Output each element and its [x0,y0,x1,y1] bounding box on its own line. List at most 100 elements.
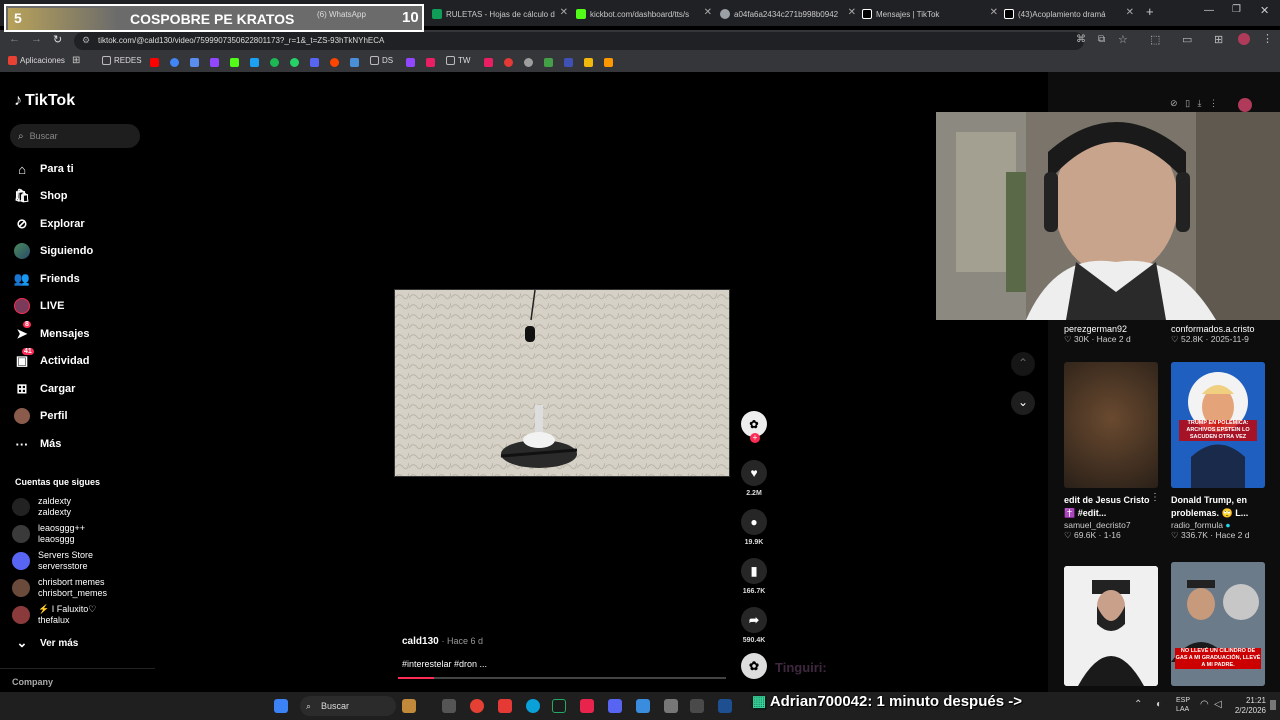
install-icon[interactable]: ⧉ [1098,34,1105,45]
tiktok-logo[interactable]: ♪ TikTok [14,92,75,110]
comment-button[interactable]: ● 19.9K [740,509,768,546]
sidepanel-icon[interactable]: ▭ [1182,33,1192,46]
notification-icon[interactable] [1270,700,1276,710]
video-author[interactable]: cald130 · Hace 6 d [402,636,483,647]
nav-friends[interactable]: 👥 Friends [14,268,80,290]
nav-mas[interactable]: ··· Más [14,433,62,455]
suggested-video-card[interactable]: conformados.a.cristo ♡ 52.8K · 2025-11-9 [1171,324,1267,345]
app-icon[interactable] [636,699,650,713]
suggested-video-card[interactable]: perezgerman92 ♡ 30K · Hace 2 d [1064,324,1160,345]
creator-avatar[interactable] [1238,98,1252,112]
video-caption[interactable]: #interestelar #dron ... [402,659,487,669]
following-account[interactable]: chrisbort memes chrisbort_memes [12,577,107,599]
nav-para-ti[interactable]: ⌂ Para ti [14,158,74,180]
follow-plus-icon[interactable]: + [750,433,760,443]
grid-icon[interactable]: ⊞ [72,55,80,66]
bookmark-folder-ds[interactable]: DS [370,56,393,65]
suggested-thumbnail[interactable]: NO LLEVÉ UN CILINDRO DE GAS A MI GRADUAC… [1171,562,1265,686]
site-info-icon[interactable]: ⚙ [82,35,90,46]
bookmark-icon[interactable] [544,58,553,67]
close-window-button[interactable]: ✕ [1260,4,1269,17]
embed-icon[interactable]: ⊘ [1170,98,1178,108]
bookmark-icon[interactable] [250,58,259,67]
windows-start-icon[interactable] [274,699,288,713]
download-icon[interactable]: ⤓ [1198,98,1202,108]
cast-icon[interactable]: ⊞ [1214,33,1223,46]
minimize-button[interactable]: — [1204,5,1214,16]
following-account[interactable]: Servers Store serversstore [12,550,93,572]
tray-chevron-icon[interactable]: ⌃ [1134,699,1142,710]
browser-tab[interactable]: a04fa6a2434c271b998b0942 ✕ [720,4,860,24]
profile-avatar[interactable] [1238,33,1250,45]
company-link[interactable]: Company [12,677,53,687]
reload-icon[interactable]: ↻ [53,33,62,46]
share-button[interactable]: ➦ 590.4K [740,607,768,644]
suggested-video-card[interactable]: edit de Jesus Cristo ✝️ #edit... samuel_… [1064,494,1160,541]
terminal-icon[interactable] [552,699,566,713]
video-progress-track[interactable] [398,677,726,679]
suggested-thumbnail[interactable] [1064,362,1158,488]
kick-icon[interactable] [230,58,239,67]
clock[interactable]: 21:21 2/2/2026 [1226,696,1266,716]
search-input[interactable]: ⌕ Buscar [10,124,140,148]
volume-icon[interactable]: ◁ [1214,699,1222,710]
app-icon[interactable] [690,699,704,713]
extensions-icon[interactable]: ⬚ [1150,33,1160,46]
back-icon[interactable]: ← [9,33,20,45]
folder-app-icon[interactable] [402,699,416,713]
bookmark-icon[interactable] [190,58,199,67]
following-account[interactable]: zaldexty zaldexty [12,496,71,518]
language-indicator[interactable]: ESP LAA [1176,696,1190,714]
whatsapp-icon[interactable] [290,58,299,67]
save-button[interactable]: ▮ 166.7K [740,558,768,595]
edge-icon[interactable] [526,699,540,713]
app-icon[interactable] [664,699,678,713]
phone-icon[interactable]: ▯ [1185,98,1190,108]
url-field[interactable]: ⚙ tiktok.com/@cald130/video/759990735062… [74,32,1084,50]
forward-icon[interactable]: → [31,33,42,45]
spotify-icon[interactable] [270,58,279,67]
browser-tab[interactable]: (43)Acoplamiento dramá ✕ [1004,4,1138,24]
nav-explorar[interactable]: ⊘ Explorar [14,213,85,235]
see-more-button[interactable]: ⌄ Ver más [14,632,79,654]
nav-actividad[interactable]: ▣ 41 Actividad [14,348,90,372]
bookmark-icon[interactable] [584,58,593,67]
tray-icon[interactable]: ◐ [1156,699,1162,710]
bookmark-icon[interactable] [524,58,533,67]
bookmark-icon[interactable] [504,58,513,67]
author-avatar-button[interactable]: ✿ + [740,411,768,443]
following-account[interactable]: ⚡ I Faluxito♡ thefalux [12,604,96,626]
music-disc-button[interactable]: ✿ [740,653,768,683]
wifi-icon[interactable]: ◠ [1200,699,1209,710]
browser-tab[interactable]: RULETAS - Hojas de cálculo d ✕ [432,4,572,24]
twitch-icon[interactable] [210,58,219,67]
bookmark-icon[interactable] [564,58,573,67]
bookmark-folder-tw[interactable]: TW [446,56,470,65]
nav-cargar[interactable]: ⊞ Cargar [14,378,76,400]
chrome-icon[interactable] [470,699,484,713]
nav-live[interactable]: LIVE [14,295,64,317]
nav-perfil[interactable]: Perfil [14,405,68,427]
maximize-button[interactable]: ❐ [1232,4,1241,15]
previous-video-button[interactable]: ⌃ [1011,352,1035,376]
video-player[interactable] [394,289,730,477]
more-options-icon[interactable]: ⋮ [1209,98,1218,108]
chrome-icon[interactable] [170,58,179,67]
card-more-icon[interactable]: ⋮ [1150,492,1160,503]
suggested-thumbnail[interactable]: TRUMP EN POLÉMICA: ARCHIVOS EPSTEIN LO S… [1171,362,1265,488]
app-icon[interactable] [442,699,456,713]
reddit-icon[interactable] [330,58,339,67]
bookmark-icon[interactable] [604,58,613,67]
suggested-video-card[interactable]: Donald Trump, en problemas. 🙄 L... radio… [1171,494,1267,541]
suggested-thumbnail[interactable] [1064,566,1158,686]
translate-icon[interactable]: ⌘ [1076,34,1086,45]
following-account[interactable]: leaosggg++ leaosggg [12,523,85,545]
bookmark-folder-redes[interactable]: REDES [102,56,142,65]
menu-icon[interactable]: ⋮ [1262,32,1273,45]
discord-icon[interactable] [310,58,319,67]
nav-shop[interactable]: 🛍 Shop [14,185,68,207]
close-icon[interactable]: ✕ [560,7,568,18]
youtube-icon[interactable] [150,58,159,67]
new-tab-button[interactable]: + [1146,4,1154,19]
close-icon[interactable]: ✕ [848,7,856,18]
